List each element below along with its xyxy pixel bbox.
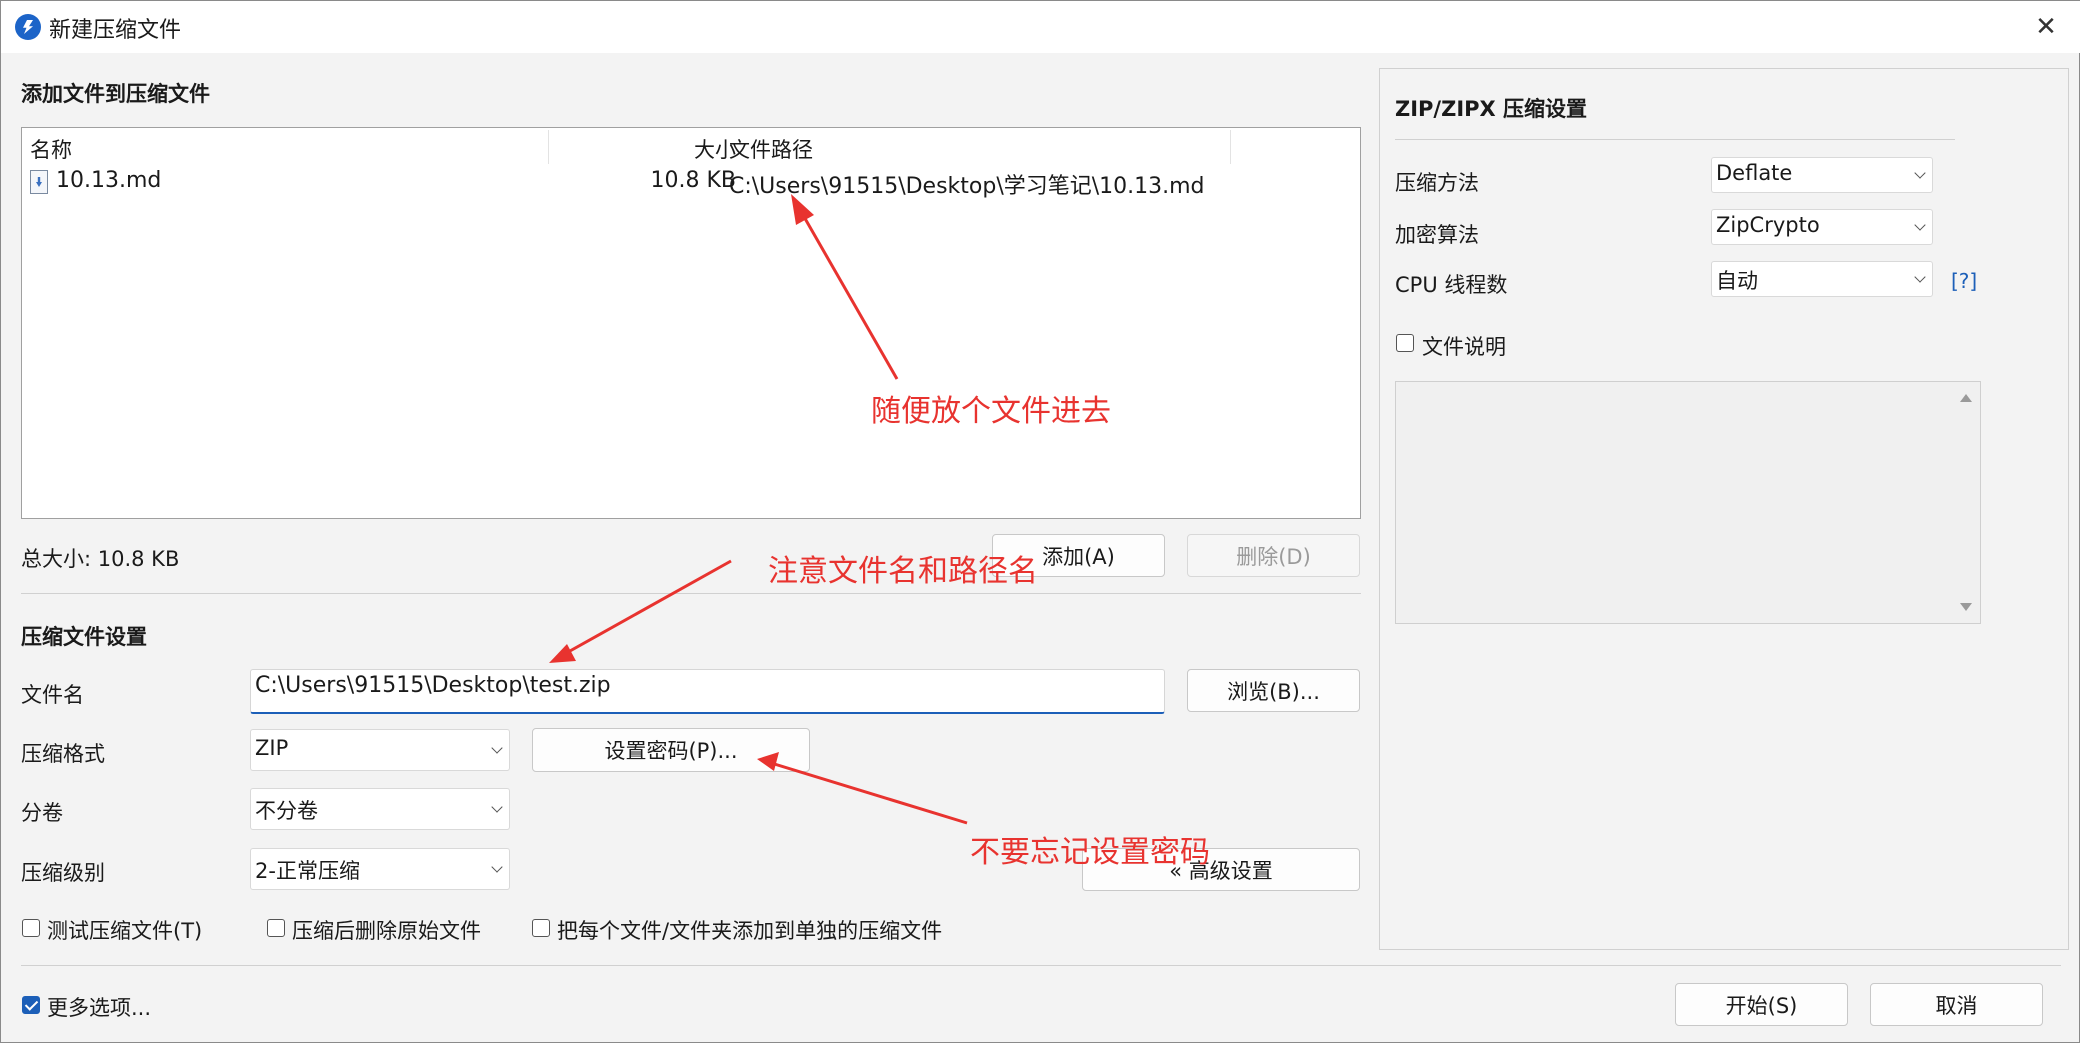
annotation-arrow	[560, 559, 732, 658]
new-archive-dialog: 新建压缩文件 ✕ 添加文件到压缩文件 名称 大小 文件路径 10.13.md 1…	[0, 0, 2080, 1043]
annotation-arrow	[797, 207, 899, 380]
annotation-note-2: 注意文件名和路径名	[768, 554, 1038, 589]
annotation-note-3: 不要忘记设置密码	[970, 835, 1210, 870]
annotation-note-1: 随便放个文件进去	[871, 394, 1111, 429]
arrowhead-icon	[791, 194, 814, 225]
annotation-arrow	[770, 761, 968, 825]
annotation-arrows	[549, 194, 968, 825]
arrowhead-icon	[757, 752, 779, 771]
arrowhead-icon	[549, 644, 576, 663]
